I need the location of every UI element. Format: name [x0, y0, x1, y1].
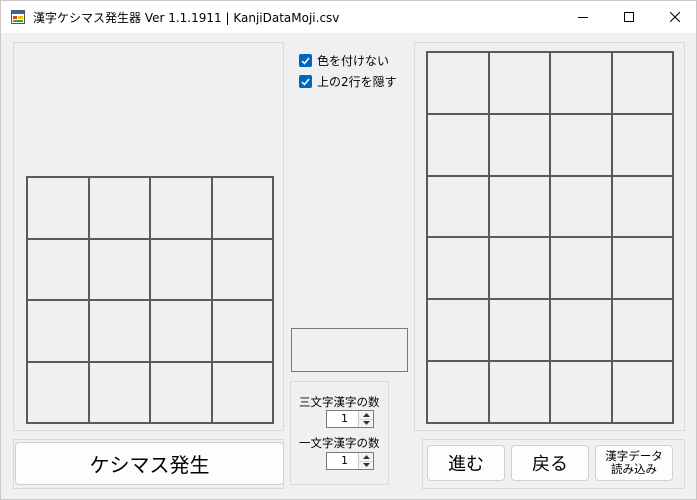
- maximize-button[interactable]: [606, 1, 652, 33]
- app-window: 漢字ケシマス発生器 Ver 1.1.1911 | KanjiDataMoji.c…: [0, 0, 697, 500]
- preview-box: [291, 328, 408, 372]
- answer-grid-cell[interactable]: [612, 114, 674, 177]
- answer-grid-cell[interactable]: [428, 53, 490, 115]
- answer-grid-cell[interactable]: [489, 238, 551, 301]
- puzzle-grid-cell[interactable]: [28, 362, 90, 424]
- answer-grid-cell[interactable]: [489, 176, 551, 239]
- answer-grid-cell[interactable]: [551, 362, 613, 424]
- puzzle-grid-cell[interactable]: [151, 301, 213, 363]
- chevron-up-icon: [362, 454, 370, 459]
- puzzle-grid-cell[interactable]: [151, 178, 213, 240]
- one-char-count-stepper[interactable]: 1: [326, 452, 374, 470]
- puzzle-grid: [26, 176, 274, 424]
- puzzle-grid-cell[interactable]: [212, 239, 274, 301]
- window-title: 漢字ケシマス発生器 Ver 1.1.1911 | KanjiDataMoji.c…: [33, 11, 340, 25]
- no-color-checkbox[interactable]: 色を付けない: [299, 52, 389, 69]
- three-char-count-label: 三文字漢字の数: [299, 395, 380, 409]
- puzzle-grid-cell[interactable]: [89, 239, 151, 301]
- answer-grid-cell[interactable]: [612, 53, 674, 115]
- puzzle-grid-cell[interactable]: [212, 362, 274, 424]
- answer-grid-cell[interactable]: [612, 176, 674, 239]
- puzzle-grid-cell[interactable]: [28, 239, 90, 301]
- answer-grid-cell[interactable]: [612, 362, 674, 424]
- stepper-up-button[interactable]: [359, 411, 373, 420]
- answer-grid-cell[interactable]: [428, 176, 490, 239]
- one-char-count-label: 一文字漢字の数: [299, 436, 380, 450]
- back-button[interactable]: 戻る: [511, 445, 589, 481]
- answer-grid-cell[interactable]: [551, 300, 613, 363]
- puzzle-grid-cell[interactable]: [89, 301, 151, 363]
- hide-top-rows-checkbox[interactable]: 上の2行を隠す: [299, 73, 397, 90]
- answer-grid-cell[interactable]: [489, 114, 551, 177]
- puzzle-grid-cell[interactable]: [89, 178, 151, 240]
- chevron-up-icon: [362, 412, 370, 417]
- answer-grid-cell[interactable]: [612, 238, 674, 301]
- stepper-up-button[interactable]: [359, 453, 373, 462]
- close-icon: [670, 12, 680, 22]
- answer-grid-cell[interactable]: [489, 362, 551, 424]
- puzzle-grid-cell[interactable]: [212, 178, 274, 240]
- puzzle-grid-cell[interactable]: [28, 301, 90, 363]
- close-button[interactable]: [652, 1, 697, 33]
- answer-grid-cell[interactable]: [551, 176, 613, 239]
- load-kanji-data-label-line2: 読み込み: [611, 462, 657, 476]
- checkbox-checked-icon[interactable]: [299, 54, 312, 67]
- answer-grid-cell[interactable]: [428, 238, 490, 301]
- three-char-count-stepper[interactable]: 1: [326, 410, 374, 428]
- answer-grid: [426, 51, 674, 424]
- minimize-button[interactable]: [560, 1, 606, 33]
- stepper-down-button[interactable]: [359, 419, 373, 427]
- chevron-down-icon: [362, 463, 370, 468]
- answer-grid-cell[interactable]: [551, 53, 613, 115]
- title-bar[interactable]: 漢字ケシマス発生器 Ver 1.1.1911 | KanjiDataMoji.c…: [1, 1, 696, 33]
- minimize-icon: [578, 17, 588, 18]
- maximize-icon: [624, 12, 634, 22]
- answer-grid-cell[interactable]: [612, 300, 674, 363]
- puzzle-grid-cell[interactable]: [151, 362, 213, 424]
- no-color-label: 色を付けない: [317, 54, 390, 68]
- answer-grid-cell[interactable]: [551, 238, 613, 301]
- puzzle-grid-cell[interactable]: [28, 178, 90, 240]
- three-char-count-value[interactable]: 1: [327, 411, 358, 427]
- chevron-down-icon: [362, 421, 370, 426]
- answer-grid-cell[interactable]: [428, 362, 490, 424]
- answer-grid-cell[interactable]: [489, 53, 551, 115]
- puzzle-grid-cell[interactable]: [151, 239, 213, 301]
- app-window-icon[interactable]: [11, 10, 25, 24]
- answer-grid-cell[interactable]: [428, 114, 490, 177]
- answer-grid-cell[interactable]: [428, 300, 490, 363]
- puzzle-grid-cell[interactable]: [89, 362, 151, 424]
- puzzle-grid-cell[interactable]: [212, 301, 274, 363]
- one-char-count-value[interactable]: 1: [327, 453, 358, 469]
- checkbox-checked-icon[interactable]: [299, 75, 312, 88]
- next-button[interactable]: 進む: [427, 445, 505, 481]
- answer-grid-cell[interactable]: [551, 114, 613, 177]
- hide-top-rows-label: 上の2行を隠す: [317, 75, 397, 89]
- load-kanji-data-button[interactable]: 漢字データ 読み込み: [595, 445, 673, 481]
- generate-button[interactable]: ケシマス発生: [15, 442, 284, 485]
- answer-grid-cell[interactable]: [489, 300, 551, 363]
- stepper-down-button[interactable]: [359, 461, 373, 469]
